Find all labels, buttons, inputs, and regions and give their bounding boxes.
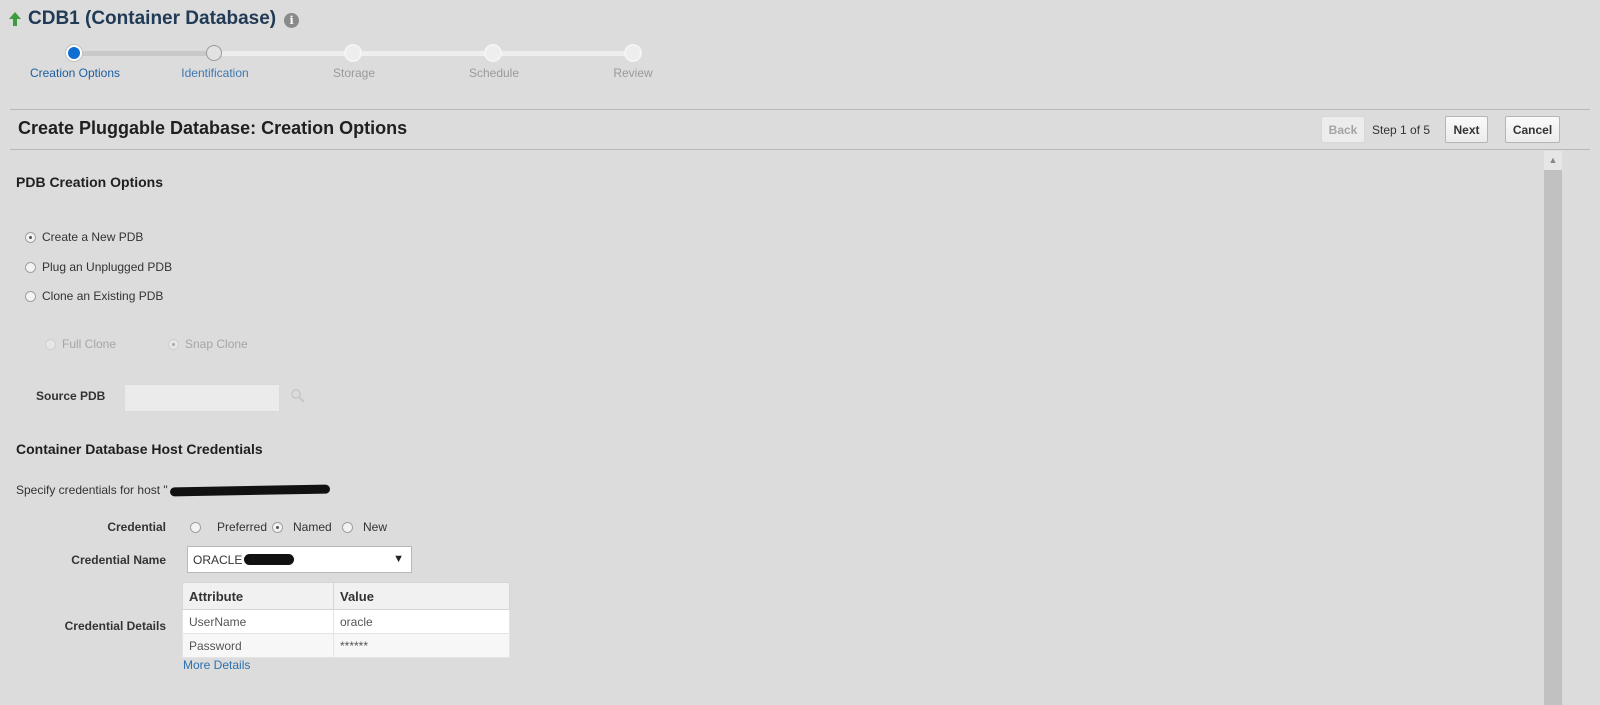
- credential-name-value: ORACLE: [193, 552, 243, 567]
- radio-named[interactable]: [272, 521, 283, 533]
- radio-new[interactable]: [342, 521, 353, 533]
- credential-name-label: Credential Name: [71, 553, 166, 567]
- train-label-storage: Storage: [332, 66, 376, 80]
- cancel-button[interactable]: Cancel: [1505, 116, 1560, 143]
- radio-clone-existing-pdb[interactable]: [25, 290, 36, 302]
- option-label: Full Clone: [62, 337, 117, 351]
- option-label: Clone an Existing PDB: [42, 289, 164, 303]
- credential-name-select[interactable]: ORACLE ▼: [187, 546, 412, 573]
- train-stop-storage: [344, 44, 362, 62]
- cell-attribute: UserName: [182, 609, 334, 634]
- train-connector: [214, 51, 634, 56]
- source-pdb-label: Source PDB: [36, 389, 106, 403]
- more-details-link[interactable]: More Details: [183, 658, 250, 672]
- instructions-text: Specify credentials for host ": [16, 483, 168, 497]
- container-database-title[interactable]: CDB1 (Container Database): [28, 8, 276, 30]
- option-label: Snap Clone: [185, 337, 248, 351]
- up-arrow-icon[interactable]: [8, 11, 22, 27]
- option-label: Plug an Unplugged PDB: [42, 260, 173, 274]
- train-stop-identification[interactable]: [206, 45, 222, 61]
- train-connector: [82, 51, 214, 56]
- back-button[interactable]: Back: [1321, 116, 1365, 143]
- page-header: CDB1 (Container Database) i: [8, 8, 300, 30]
- table-row: Password ******: [182, 633, 510, 658]
- chevron-down-icon[interactable]: ▼: [393, 553, 404, 565]
- cell-value: ******: [333, 633, 510, 658]
- search-icon[interactable]: [290, 388, 306, 404]
- train-stop-review: [624, 44, 642, 62]
- divider: [10, 149, 1590, 150]
- radio-plug-unplugged-pdb[interactable]: [25, 261, 36, 273]
- table-row: UserName oracle: [182, 609, 510, 634]
- host-credentials-heading: Container Database Host Credentials: [16, 441, 263, 457]
- column-header-value[interactable]: Value: [333, 582, 510, 610]
- credential-details-label: Credential Details: [64, 619, 166, 633]
- option-snap-clone[interactable]: Snap Clone: [168, 337, 248, 351]
- train-stop-creation-options[interactable]: [66, 45, 82, 61]
- column-header-attribute[interactable]: Attribute: [182, 582, 334, 610]
- radio-create-new-pdb[interactable]: [25, 231, 36, 243]
- step-indicator: Step 1 of 5: [1372, 123, 1431, 137]
- pdb-creation-options-heading: PDB Creation Options: [16, 174, 164, 190]
- train-stop-schedule: [484, 44, 502, 62]
- page-title: Create Pluggable Database: Creation Opti…: [18, 118, 408, 138]
- credential-preferred[interactable]: Preferred: [190, 520, 267, 534]
- option-plug-unplugged-pdb[interactable]: Plug an Unplugged PDB: [25, 260, 172, 274]
- radio-snap-clone[interactable]: [168, 338, 179, 350]
- option-label: Create a New PDB: [42, 230, 144, 244]
- option-label: Named: [293, 520, 332, 534]
- credentials-instructions: Specify credentials for host ": [16, 483, 330, 497]
- source-pdb-input[interactable]: [124, 384, 280, 412]
- radio-preferred[interactable]: [190, 521, 201, 533]
- table-header-row: Attribute Value: [182, 582, 510, 610]
- option-label: New: [363, 520, 388, 534]
- train-label-review: Review: [613, 66, 653, 80]
- credential-details-table: Attribute Value UserName oracle Password…: [182, 582, 510, 658]
- credential-new[interactable]: New: [342, 520, 387, 534]
- divider: [10, 109, 1590, 110]
- option-clone-existing-pdb[interactable]: Clone an Existing PDB: [25, 289, 163, 303]
- train-label-identification[interactable]: Identification: [145, 66, 285, 80]
- train-label-schedule: Schedule: [468, 66, 520, 80]
- credential-label: Credential: [107, 520, 166, 534]
- cell-value: oracle: [333, 609, 510, 634]
- option-full-clone[interactable]: Full Clone: [45, 337, 116, 351]
- scrollbar-thumb[interactable]: [1544, 170, 1562, 705]
- scroll-up-arrow-icon[interactable]: ▲: [1544, 151, 1562, 169]
- credential-named[interactable]: Named: [272, 520, 332, 534]
- redacted-credential: [244, 554, 295, 565]
- cell-attribute: Password: [182, 633, 334, 658]
- radio-full-clone[interactable]: [45, 338, 56, 350]
- train-label-creation-options[interactable]: Creation Options: [5, 66, 145, 80]
- option-label: Preferred: [217, 520, 268, 534]
- option-create-new-pdb[interactable]: Create a New PDB: [25, 230, 143, 244]
- next-button[interactable]: Next: [1445, 116, 1488, 143]
- redacted-host: [169, 484, 330, 496]
- info-icon[interactable]: i: [284, 13, 300, 28]
